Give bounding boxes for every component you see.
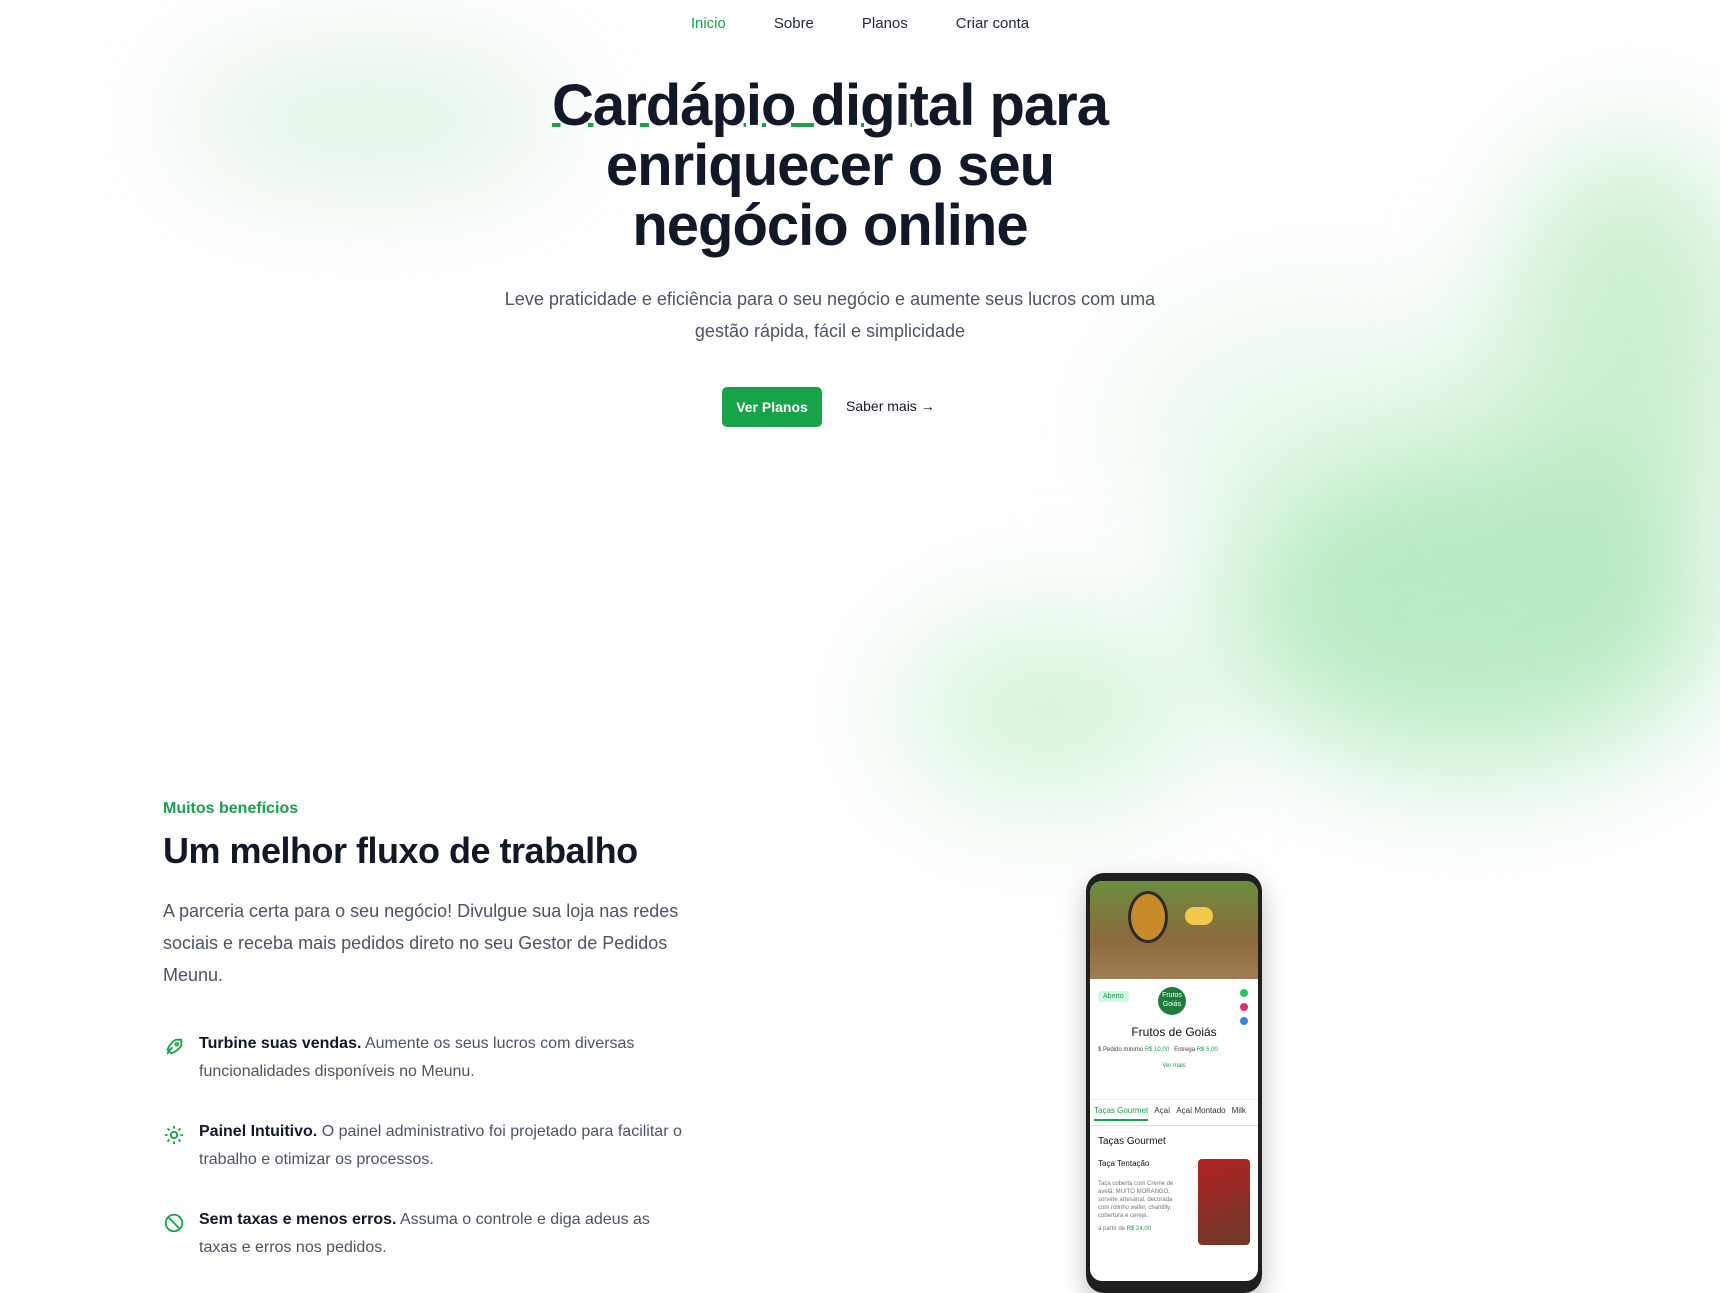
feature-title: Painel Intuitivo. — [199, 1123, 318, 1140]
phone-screen: Aberto Frutos Goiás Frutos de Goiás $ Pe… — [1090, 881, 1258, 1281]
prohibited-icon — [164, 1213, 184, 1233]
category-heading: Taças Gourmet — [1098, 1136, 1166, 1147]
hero-title-line2: enriquecer o seu — [605, 133, 1055, 198]
hero-title-line3: negócio online — [632, 193, 1028, 258]
price-value: R$ 24,00 — [1126, 1226, 1152, 1232]
store-name: Frutos de Goiás — [1131, 1025, 1217, 1039]
store-logo: Frutos Goiás — [1158, 987, 1186, 1015]
fruit-image — [1185, 907, 1213, 925]
mascot-image — [1128, 891, 1168, 943]
instagram-icon[interactable] — [1240, 1003, 1248, 1011]
feature-title: Turbine suas vendas. — [199, 1035, 362, 1052]
tab-acai[interactable]: Açaí — [1154, 1106, 1170, 1121]
background-blob — [1220, 450, 1720, 770]
min-order-label: Pedido mínimo — [1103, 1047, 1144, 1053]
feature-title: Sem taxas e menos erros. — [199, 1211, 397, 1228]
facebook-icon[interactable] — [1240, 1017, 1248, 1025]
whatsapp-icon[interactable] — [1240, 989, 1248, 997]
menu-item-image — [1198, 1159, 1250, 1245]
store-header: Aberto Frutos Goiás Frutos de Goiás $ Pe… — [1090, 979, 1258, 1100]
hero-subtitle: Leve praticidade e eficiência para o seu… — [504, 289, 1156, 341]
delivery-label: Entrega — [1174, 1047, 1196, 1053]
nav-link-sobre[interactable]: Sobre — [774, 15, 814, 32]
feature-item: Painel Intuitivo. O painel administrativ… — [163, 1118, 683, 1174]
nav-link-criar-conta[interactable]: Criar conta — [956, 15, 1029, 32]
ver-planos-button[interactable]: Ver Planos — [722, 387, 822, 427]
nav-link-inicio[interactable]: Inicio — [691, 15, 726, 32]
price-prefix: a partir de — [1098, 1226, 1126, 1232]
nav-link-planos[interactable]: Planos — [862, 15, 908, 32]
tab-acai-montado[interactable]: Açaí Montado — [1176, 1106, 1225, 1121]
saber-mais-link[interactable]: Saber mais → — [846, 398, 935, 414]
store-cover-image — [1090, 881, 1258, 979]
hero-title: Cardápio digital para enriquecer o seu n… — [0, 76, 1660, 256]
hero-title-highlight: Cardápio digital — [552, 73, 975, 138]
section-title: Um melhor fluxo de trabalho — [163, 830, 638, 871]
phone-mockup: Aberto Frutos Goiás Frutos de Goiás $ Pe… — [1086, 873, 1262, 1293]
hero-title-line1: para — [989, 73, 1109, 138]
top-navigation: Inicio Sobre Planos Criar conta — [0, 0, 1720, 46]
see-more-link[interactable]: Ver mais — [1090, 1063, 1258, 1069]
section-eyebrow: Muitos benefícios — [163, 800, 299, 817]
background-blob — [1120, 300, 1540, 560]
min-order-value: R$ 10,00 — [1144, 1047, 1170, 1053]
background-blob — [900, 620, 1200, 800]
open-badge: Aberto — [1098, 991, 1129, 1002]
menu-item[interactable]: Taça Tentação Taça coberta com Creme de … — [1090, 1153, 1258, 1255]
feature-item: Sem taxas e menos erros. Assuma o contro… — [163, 1206, 683, 1262]
menu-item-description: Taça coberta com Creme de avelã, MUITO M… — [1098, 1181, 1174, 1219]
feature-item: Turbine suas vendas. Aumente os seus luc… — [163, 1030, 683, 1086]
delivery-value: R$ 5,00 — [1196, 1047, 1218, 1053]
store-info: $ Pedido mínimo R$ 10,00 Entrega R$ 5,00 — [1098, 1047, 1218, 1053]
gear-icon — [164, 1125, 184, 1145]
tab-tacas-gourmet[interactable]: Taças Gourmet — [1094, 1106, 1149, 1121]
rocket-icon — [166, 1038, 183, 1055]
category-tabs: Taças Gourmet Açaí Açaí Montado Milk — [1090, 1100, 1258, 1126]
section-description: A parceria certa para o seu negócio! Div… — [163, 901, 679, 985]
tab-milk[interactable]: Milk — [1232, 1106, 1246, 1121]
